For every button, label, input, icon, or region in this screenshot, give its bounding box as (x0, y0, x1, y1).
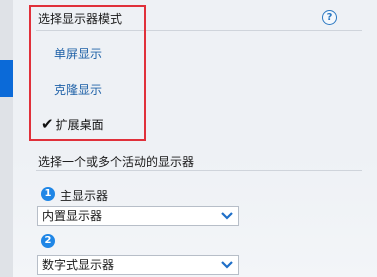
display-2-select-value: 数字式显示器 (42, 258, 115, 272)
option-extend-label: 扩展桌面 (55, 118, 104, 132)
display-2-badge: 2 (41, 234, 55, 248)
main-display-label: 主显示器 (60, 189, 109, 203)
display-1-select[interactable]: 内置显示器 (37, 206, 239, 226)
display-mode-title: 选择显示器模式 (38, 12, 123, 26)
section-divider (36, 30, 362, 31)
chevron-down-icon (221, 261, 233, 269)
left-sidebar-selected-indicator (0, 60, 13, 97)
checkmark-icon: ✔ (41, 115, 54, 133)
left-sidebar-strip (0, 0, 13, 277)
option-single-display[interactable]: 单屏显示 (54, 45, 102, 62)
option-clone-display[interactable]: 克隆显示 (54, 81, 102, 98)
display-settings-panel (13, 0, 377, 277)
display-1-select-value: 内置显示器 (42, 209, 103, 223)
section-divider (36, 170, 362, 171)
active-displays-title: 选择一个或多个活动的显示器 (38, 155, 195, 169)
display-1-badge: 1 (41, 187, 55, 201)
display-2-select[interactable]: 数字式显示器 (37, 255, 239, 275)
chevron-down-icon (221, 212, 233, 220)
help-icon[interactable]: ? (322, 10, 337, 25)
option-extend-desktop[interactable]: ✔ 扩展桌面 (41, 115, 104, 133)
